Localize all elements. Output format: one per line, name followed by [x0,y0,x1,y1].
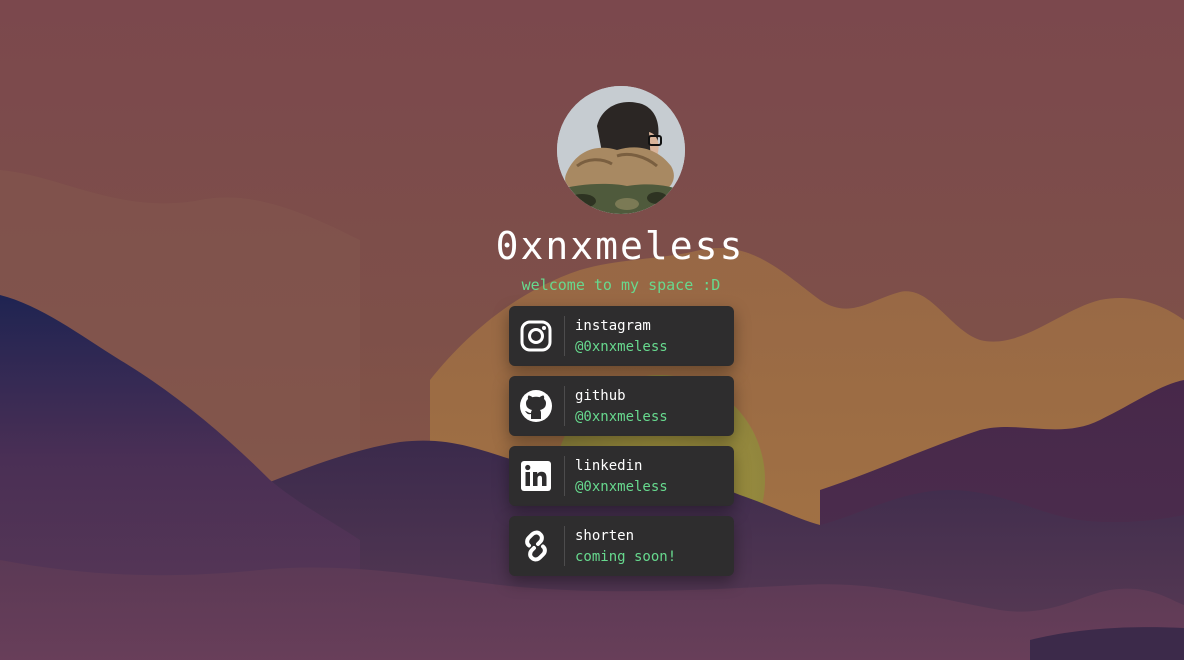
link-card-instagram[interactable]: instagram @0xnxmeless [509,306,734,366]
divider [564,386,565,426]
instagram-icon [519,319,553,353]
divider [564,456,565,496]
divider [564,526,565,566]
link-name: shorten [575,528,635,544]
profile-name: 0xnxmeless [495,224,745,268]
link-card-linkedin[interactable]: linkedin @0xnxmeless [509,446,734,506]
divider [564,316,565,356]
link-name: instagram [575,318,651,334]
linkedin-icon [519,459,553,493]
profile-page: 0xnxmeless welcome to my space :D instag… [0,0,1184,660]
link-name: github [575,388,626,404]
link-handle: coming soon! [575,549,677,565]
link-name: linkedin [575,458,643,474]
profile-tagline: welcome to my space :D [521,276,721,294]
avatar [557,86,685,214]
github-icon [519,389,553,423]
link-card-shorten[interactable]: shorten coming soon! [509,516,734,576]
link-card-github[interactable]: github @0xnxmeless [509,376,734,436]
link-handle: @0xnxmeless [575,479,668,495]
chain-link-icon [519,529,553,563]
link-handle: @0xnxmeless [575,409,668,425]
link-handle: @0xnxmeless [575,339,668,355]
